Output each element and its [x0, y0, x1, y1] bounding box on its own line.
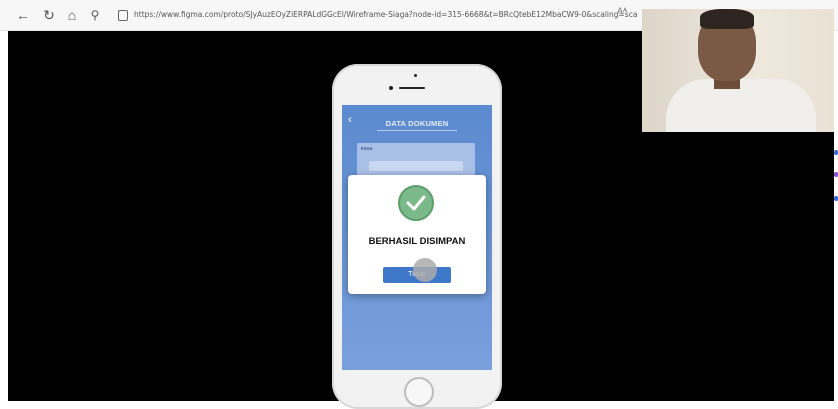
side-panel-dot[interactable] — [834, 196, 838, 201]
search-icon[interactable]: ⚲ — [86, 6, 104, 24]
form-field[interactable] — [369, 161, 463, 171]
url-text: https://www.figma.com/proto/SJyAuzEOyZiE… — [134, 10, 638, 19]
side-panel-dot[interactable] — [834, 150, 838, 155]
form-label: Form — [361, 146, 373, 151]
modal-title: BERHASIL DISIMPAN — [368, 236, 466, 247]
home-icon[interactable]: ⌂ — [63, 6, 81, 24]
side-panel-dot[interactable] — [834, 172, 838, 177]
title-underline — [377, 130, 457, 131]
webcam-overlay — [642, 9, 834, 132]
phone-home-button — [404, 377, 434, 407]
phone-earpiece — [399, 87, 425, 89]
pointer-cursor — [413, 258, 437, 282]
page-info-icon[interactable] — [118, 9, 128, 21]
phone-camera — [389, 86, 393, 90]
refresh-icon[interactable]: ↻ — [40, 6, 58, 24]
back-icon[interactable]: ← — [14, 6, 32, 24]
webcam-person-body — [666, 79, 816, 132]
phone-sensor — [414, 74, 417, 77]
reader-mode-icon[interactable]: Aᴬ — [617, 6, 627, 16]
webcam-person-hair — [700, 9, 754, 29]
checkmark-icon — [398, 185, 434, 221]
address-bar[interactable]: https://www.figma.com/proto/SJyAuzEOyZiE… — [118, 7, 638, 23]
screen-title: DATA DOKUMEN — [385, 119, 449, 128]
